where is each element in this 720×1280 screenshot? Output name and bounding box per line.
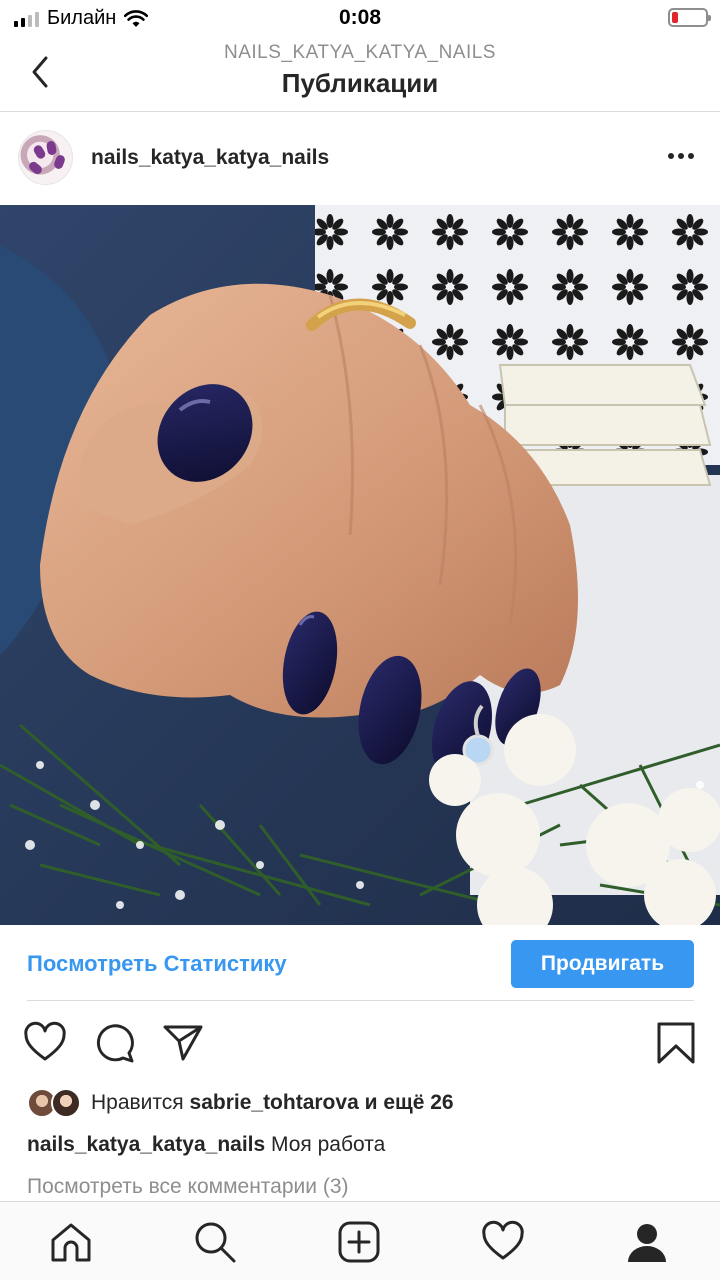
likes-prefix: Нравится	[91, 1091, 184, 1114]
profile-icon[interactable]	[625, 1220, 669, 1264]
likes-suffix: и ещё 26	[364, 1091, 454, 1114]
post-header: nails_katya_katya_nails	[0, 113, 720, 205]
heart-icon[interactable]	[23, 1021, 67, 1065]
send-icon[interactable]	[161, 1021, 205, 1065]
post-photo[interactable]	[0, 205, 720, 925]
nav-header: NAILS_KATYA_KATYA_NAILS Публикации	[0, 36, 720, 112]
likes-user[interactable]: sabrie_tohtarova	[190, 1091, 359, 1115]
view-comments-link[interactable]: Посмотреть все комментарии (3)	[27, 1175, 349, 1199]
promote-button[interactable]: Продвигать	[511, 940, 694, 988]
activity-icon[interactable]	[481, 1220, 525, 1264]
battery-level	[672, 12, 679, 23]
post-photo-image	[0, 205, 720, 925]
status-time: 0:08	[338, 6, 382, 29]
likes-row[interactable]: Нравится sabrie_tohtarova и ещё 26	[27, 1088, 454, 1118]
comment-icon[interactable]	[93, 1021, 137, 1065]
post-screen: Билайн 0:08 NAILS_KATYA_KATYA_NAILS Публ…	[0, 0, 720, 1280]
avatar	[51, 1088, 81, 1118]
caption: nails_katya_katya_nails Моя работа	[27, 1133, 385, 1157]
divider	[27, 1000, 694, 1001]
more-horizontal-icon[interactable]	[668, 153, 694, 159]
page-title: Публикации	[281, 68, 439, 98]
battery-icon	[668, 8, 711, 27]
promo-bar: Посмотреть Статистику Продвигать	[0, 925, 720, 1002]
bookmark-icon[interactable]	[654, 1021, 698, 1065]
post-username[interactable]: nails_katya_katya_nails	[91, 146, 329, 170]
status-bar: Билайн 0:08	[0, 0, 720, 36]
nav-subtitle: NAILS_KATYA_KATYA_NAILS	[224, 42, 496, 63]
caption-text: Моя работа	[271, 1133, 386, 1156]
new-post-icon[interactable]	[337, 1220, 381, 1264]
liker-avatars	[27, 1088, 85, 1118]
caption-username[interactable]: nails_katya_katya_nails	[27, 1133, 265, 1156]
search-icon[interactable]	[193, 1220, 237, 1264]
view-insights-link[interactable]: Посмотреть Статистику	[27, 951, 287, 977]
home-icon[interactable]	[49, 1220, 93, 1264]
tab-bar	[0, 1201, 720, 1280]
avatar[interactable]	[18, 130, 73, 185]
